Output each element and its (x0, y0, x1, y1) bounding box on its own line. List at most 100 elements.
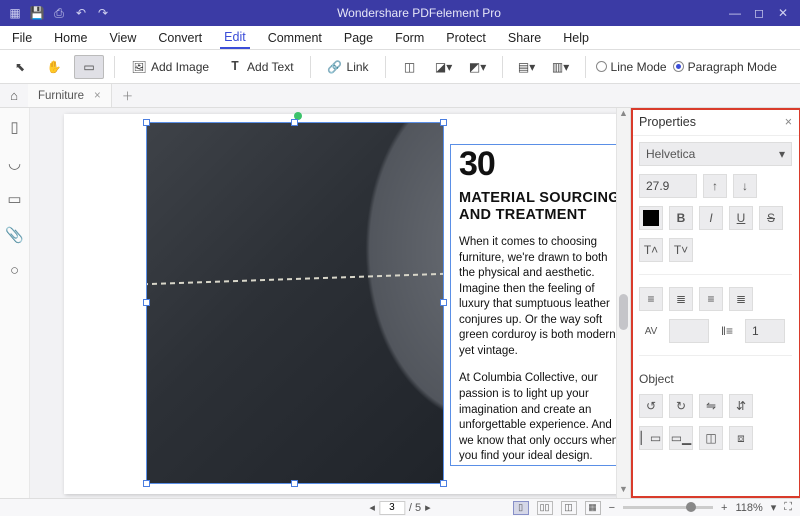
add-text-button[interactable]: 𝐓Add Text (221, 55, 299, 79)
menu-share[interactable]: Share (504, 26, 545, 49)
select-tool[interactable]: ⬉ (6, 55, 34, 79)
resize-handle[interactable] (291, 480, 298, 487)
save-icon[interactable]: 💾 (28, 4, 46, 22)
maximize-icon[interactable]: ◻ (750, 4, 768, 22)
close-tab-icon[interactable]: × (94, 90, 101, 102)
close-icon[interactable]: ✕ (774, 4, 792, 22)
link-button[interactable]: 🔗Link (321, 55, 375, 79)
italic-button[interactable]: I (699, 206, 723, 230)
watermark-tool[interactable]: ◪▾ (430, 55, 458, 79)
background-tool[interactable]: ◩▾ (464, 55, 492, 79)
align-right-button[interactable]: ≡ (699, 287, 723, 311)
comments-icon[interactable]: ▭ (7, 190, 21, 208)
paragraph-mode-radio[interactable]: Paragraph Mode (673, 60, 777, 74)
scrollbar[interactable]: ▲ ▼ (616, 108, 630, 498)
align-justify-button[interactable]: ≣ (729, 287, 753, 311)
undo-icon[interactable]: ↶ (72, 4, 90, 22)
single-page-view[interactable]: ▯ (513, 501, 529, 515)
rotate-cw-button[interactable]: ↻ (669, 394, 693, 418)
crop-icon: ◫ (402, 59, 418, 75)
menu-protect[interactable]: Protect (442, 26, 490, 49)
selected-image[interactable] (146, 122, 444, 484)
font-dropdown[interactable]: Helvetica▾ (639, 142, 792, 166)
menu-convert[interactable]: Convert (154, 26, 206, 49)
crop-obj-button[interactable]: ◫ (699, 426, 723, 450)
menu-page[interactable]: Page (340, 26, 377, 49)
zoom-in-icon[interactable]: + (721, 502, 727, 514)
titlebar: ▦ 💾 ⎙ ↶ ↷ Wondershare PDFelement Pro ― ◻… (0, 0, 800, 26)
prev-page-icon[interactable]: ◂ (369, 501, 375, 514)
zoom-out-icon[interactable]: − (609, 502, 615, 514)
bold-button[interactable]: B (669, 206, 693, 230)
app-menu-icon[interactable]: ▦ (6, 4, 24, 22)
menu-comment[interactable]: Comment (264, 26, 326, 49)
resize-handle[interactable] (143, 480, 150, 487)
strike-button[interactable]: S (759, 206, 783, 230)
resize-handle[interactable] (143, 299, 150, 306)
minimize-icon[interactable]: ― (726, 4, 744, 22)
line-spacing-label: ‖≡ (715, 319, 739, 343)
two-page-view[interactable]: ◫ (561, 501, 577, 515)
continuous-view[interactable]: ▯▯ (537, 501, 553, 515)
underline-button[interactable]: U (729, 206, 753, 230)
color-swatch[interactable] (639, 206, 663, 230)
resize-handle[interactable] (440, 299, 447, 306)
edit-tool[interactable]: ▭ (74, 55, 104, 79)
panel-close-icon[interactable]: × (785, 115, 792, 129)
align-center-button[interactable]: ≣ (669, 287, 693, 311)
menu-file[interactable]: File (8, 26, 36, 49)
resize-handle[interactable] (440, 119, 447, 126)
line-height-input[interactable]: 1 (745, 319, 785, 343)
char-spacing-input[interactable] (669, 319, 709, 343)
rotate-ccw-button[interactable]: ↺ (639, 394, 663, 418)
new-tab-icon[interactable]: ＋ (112, 88, 144, 104)
size-down-button[interactable]: ↓ (733, 174, 757, 198)
menu-home[interactable]: Home (50, 26, 91, 49)
flip-h-button[interactable]: ⇋ (699, 394, 723, 418)
add-image-button[interactable]: 🖼Add Image (125, 55, 215, 79)
flip-v-button[interactable]: ⇵ (729, 394, 753, 418)
page-input[interactable] (379, 501, 405, 515)
align-obj-bottom-button[interactable]: ▭▁ (669, 426, 693, 450)
menu-view[interactable]: View (106, 26, 141, 49)
scroll-thumb[interactable] (619, 294, 628, 330)
arrow-icon: ⬉ (12, 59, 28, 75)
size-up-button[interactable]: ↑ (703, 174, 727, 198)
zoom-slider[interactable] (623, 506, 713, 509)
zoom-value: 118% (735, 502, 762, 514)
resize-handle[interactable] (440, 480, 447, 487)
tab-furniture[interactable]: Furniture × (28, 84, 112, 107)
subscript-button[interactable]: T˅ (669, 238, 693, 262)
align-obj-left-button[interactable]: ▏▭ (639, 426, 663, 450)
header-footer-tool[interactable]: ▤▾ (513, 55, 541, 79)
menu-help[interactable]: Help (559, 26, 593, 49)
zoom-dropdown-icon[interactable]: ▾ (771, 501, 777, 514)
menu-edit[interactable]: Edit (220, 26, 250, 49)
search-icon[interactable]: ○ (10, 262, 19, 279)
attachments-icon[interactable]: 📎 (5, 226, 24, 244)
bookmarks-icon[interactable]: ◡ (8, 154, 21, 172)
resize-handle[interactable] (291, 119, 298, 126)
text-block[interactable]: 30 MATERIAL SOURCING AND TREATMENT When … (450, 144, 630, 466)
redo-icon[interactable]: ↷ (94, 4, 112, 22)
print-icon[interactable]: ⎙ (50, 4, 68, 22)
align-left-button[interactable]: ≡ (639, 287, 663, 311)
scroll-up-icon[interactable]: ▲ (617, 108, 630, 122)
document-canvas[interactable]: 30 MATERIAL SOURCING AND TREATMENT When … (30, 108, 630, 498)
scroll-down-icon[interactable]: ▼ (617, 484, 630, 498)
superscript-button[interactable]: T˄ (639, 238, 663, 262)
replace-image-button[interactable]: ⧈ (729, 426, 753, 450)
next-page-icon[interactable]: ▸ (425, 501, 431, 514)
hand-tool[interactable]: ✋ (40, 55, 68, 79)
line-mode-radio[interactable]: Line Mode (596, 60, 667, 74)
thumbnails-icon[interactable]: ▯ (10, 118, 18, 136)
fullscreen-icon[interactable]: ⛶ (784, 501, 792, 514)
menu-form[interactable]: Form (391, 26, 428, 49)
crop-tool[interactable]: ◫ (396, 55, 424, 79)
resize-handle[interactable] (143, 119, 150, 126)
bates-tool[interactable]: ▥▾ (547, 55, 575, 79)
home-tab-icon[interactable]: ⌂ (0, 88, 28, 103)
zoom-knob[interactable] (686, 502, 696, 512)
two-continuous-view[interactable]: ▦ (585, 501, 601, 515)
font-size-input[interactable]: 27.9 (639, 174, 697, 198)
